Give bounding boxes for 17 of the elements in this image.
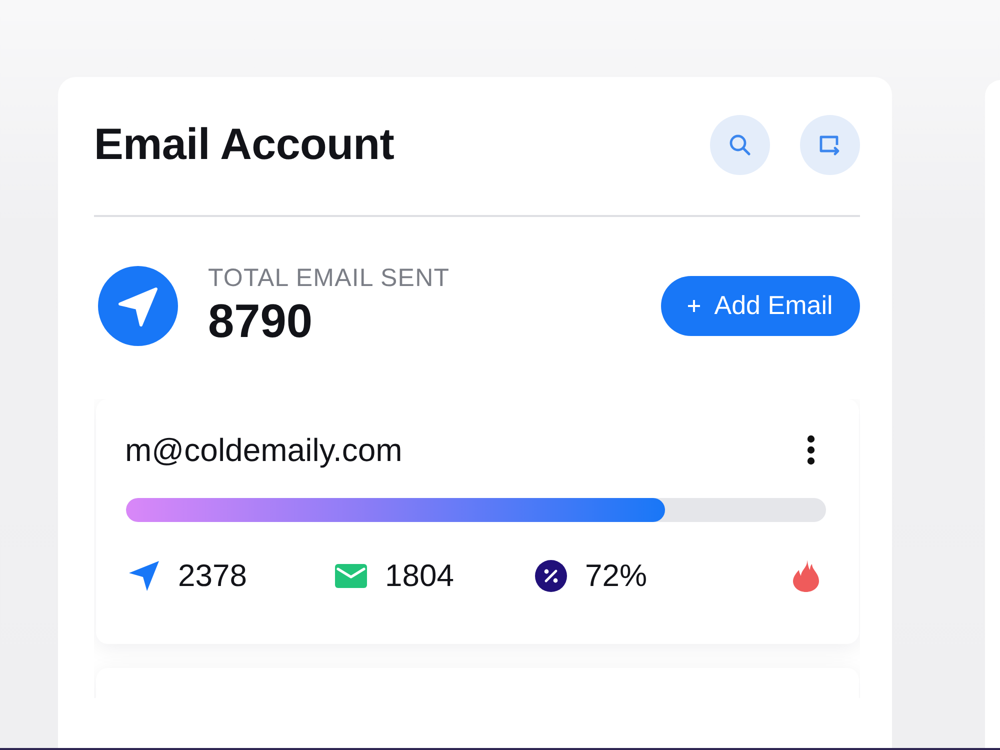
stat-value: 1804 bbox=[385, 559, 454, 594]
more-options-button[interactable] bbox=[807, 435, 815, 466]
total-sent-value: 8790 bbox=[208, 294, 314, 346]
paper-plane-icon bbox=[98, 266, 178, 346]
panel-title: Email Account bbox=[94, 120, 394, 170]
plus-icon bbox=[688, 300, 700, 312]
stat-value: 72% bbox=[585, 559, 648, 594]
envelope-icon bbox=[335, 564, 367, 588]
search-icon bbox=[728, 133, 752, 157]
account-email: m@coldemaily.com bbox=[125, 432, 402, 468]
add-email-button[interactable]: Add Email bbox=[661, 276, 860, 336]
more-icon bbox=[807, 435, 815, 466]
total-sent-label: TOTAL EMAIL SENT bbox=[208, 265, 450, 292]
stat-value: 2378 bbox=[178, 559, 247, 594]
paper-plane-icon bbox=[128, 560, 160, 592]
export-icon bbox=[818, 133, 842, 157]
percent-icon bbox=[535, 560, 567, 592]
